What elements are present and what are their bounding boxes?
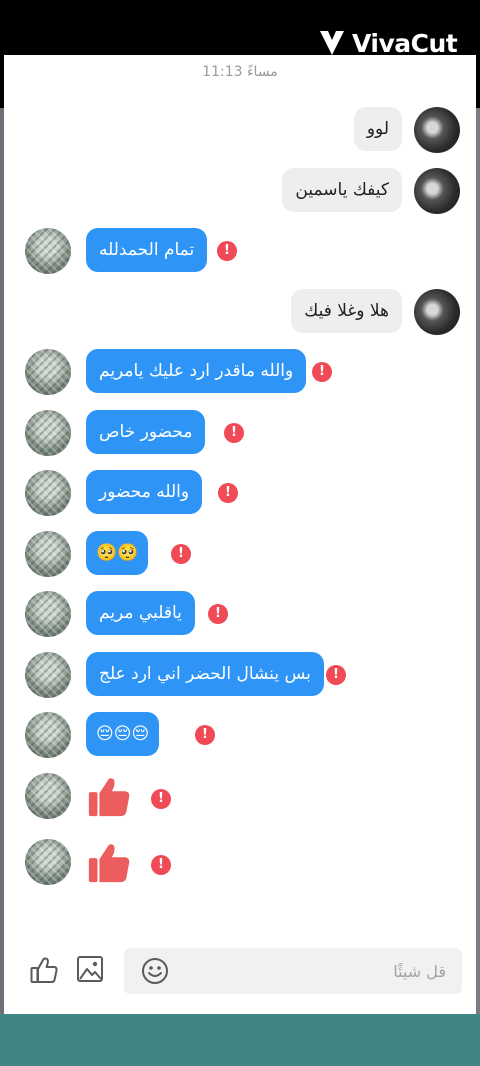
send-failed-icon[interactable]: ! [312,362,332,382]
send-failed-icon[interactable]: ! [326,665,346,685]
thumbs-up-sticker-icon[interactable] [86,773,132,819]
contact-avatar[interactable] [414,107,460,153]
send-failed-icon[interactable]: ! [208,604,228,624]
outgoing-message-bubble[interactable]: تمام الحمدلله [86,228,208,272]
my-avatar[interactable] [25,349,71,395]
outgoing-message-bubble[interactable]: محضور خاص [86,410,206,454]
incoming-message-bubble[interactable]: هلا وغلا فيك [291,289,402,333]
send-failed-icon[interactable]: ! [151,789,171,809]
contact-avatar[interactable] [414,168,460,214]
incoming-message-bubble[interactable]: لوو [353,107,402,151]
my-avatar[interactable] [25,773,71,819]
incoming-message-bubble[interactable]: كيفك ياسمين [282,168,402,212]
outgoing-message-bubble[interactable]: 😔😔😔 [86,712,160,756]
my-avatar[interactable] [25,839,71,885]
emoji-icon[interactable] [141,957,169,985]
background-bottom-strip [0,1014,480,1066]
my-avatar[interactable] [25,228,71,274]
outgoing-message-bubble[interactable]: بس ينشال الحضر اني ارد علج [86,652,324,696]
outgoing-message-bubble[interactable]: والله محضور [86,470,203,514]
watermark-text: VivaCut [352,28,458,58]
vivacut-logo-icon [320,31,344,55]
my-avatar[interactable] [25,470,71,516]
my-avatar[interactable] [25,652,71,698]
outgoing-message-bubble[interactable]: والله ماقدر ارد عليك يامريم [86,349,307,393]
send-failed-icon[interactable]: ! [218,483,238,503]
message-timestamp: 11:13 مساءً [202,64,278,80]
chat-panel[interactable]: 11:13 مساءً لوو كيفك ياسمين تمام الحمدلل… [4,55,476,1014]
my-avatar[interactable] [25,531,71,577]
my-avatar[interactable] [25,712,71,758]
thumbs-up-sticker-icon[interactable] [86,839,132,885]
like-icon[interactable] [29,955,59,985]
outgoing-message-bubble[interactable]: ياقلبي مريم [86,591,195,635]
outgoing-message-bubble[interactable]: 🥺🥺 [86,531,149,575]
message-composer [4,935,476,1014]
my-avatar[interactable] [25,591,71,637]
send-failed-icon[interactable]: ! [217,241,237,261]
background-right-strip [476,108,480,1018]
send-failed-icon[interactable]: ! [171,544,191,564]
my-avatar[interactable] [25,410,71,456]
message-input[interactable] [124,948,462,994]
image-icon[interactable] [76,955,104,983]
send-failed-icon[interactable]: ! [151,855,171,875]
contact-avatar[interactable] [414,289,460,335]
message-input-container [124,948,462,994]
send-failed-icon[interactable]: ! [195,725,215,745]
send-failed-icon[interactable]: ! [224,423,244,443]
